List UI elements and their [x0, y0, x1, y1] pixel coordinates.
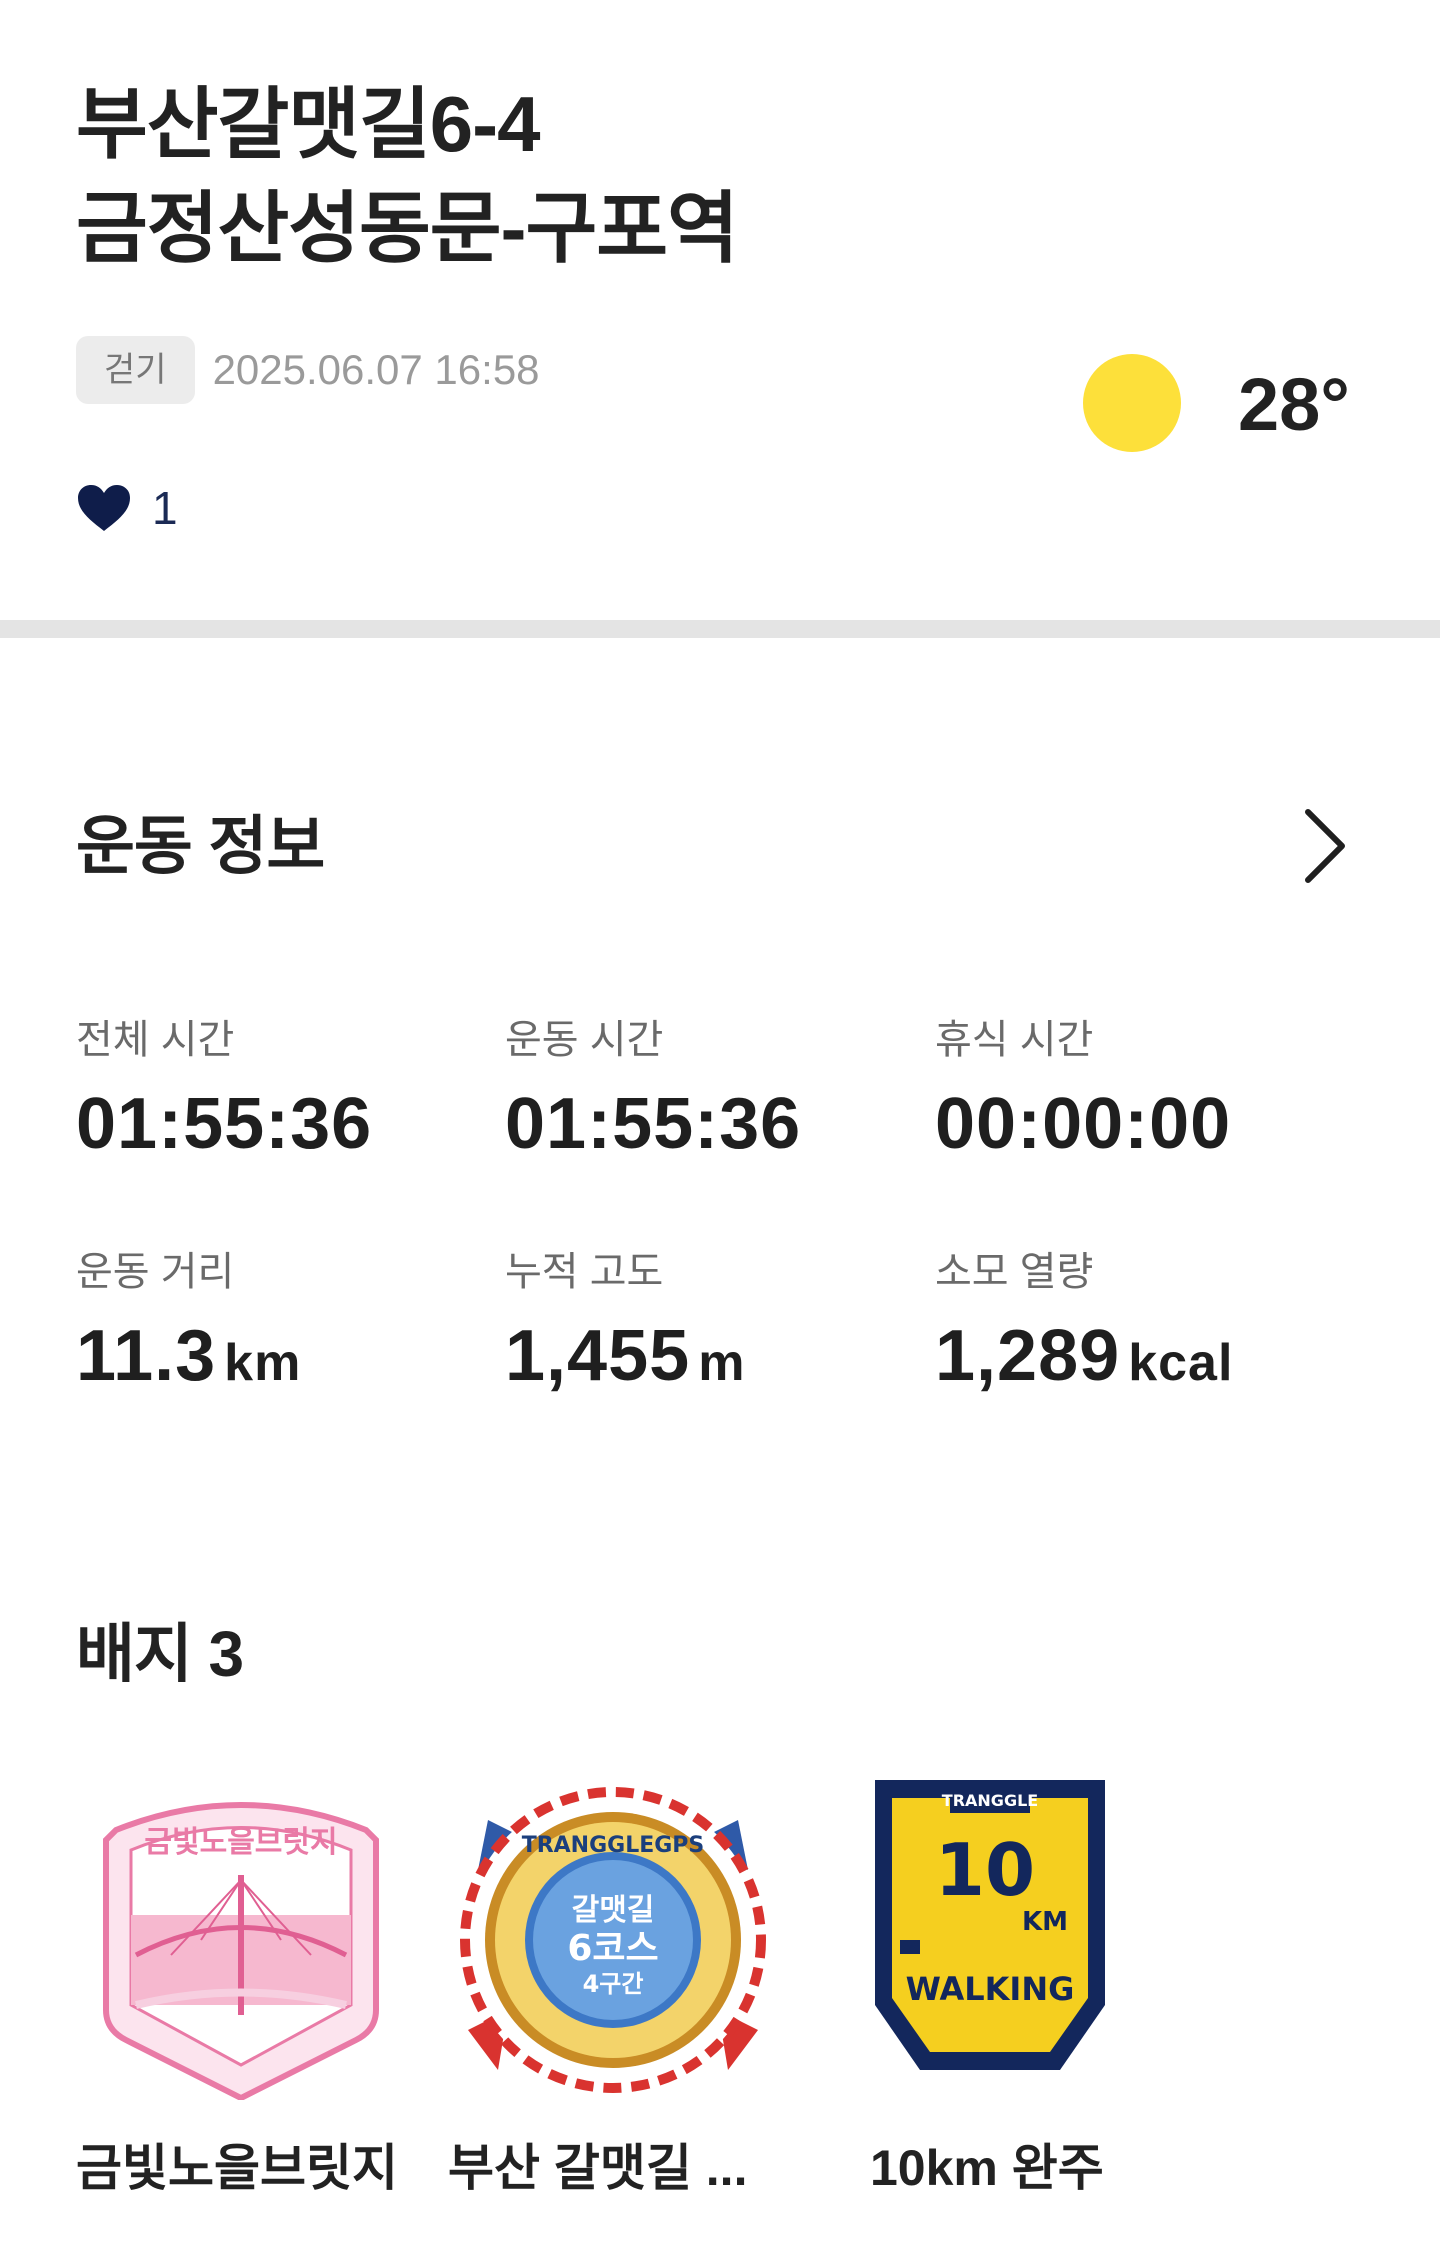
svg-text:6코스: 6코스	[567, 1928, 658, 1969]
activity-type-tag: 걷기	[76, 336, 195, 404]
sun-icon	[1083, 354, 1181, 452]
stat-total-time: 전체 시간 01:55:36	[76, 1015, 476, 1167]
chevron-right-icon[interactable]	[1298, 806, 1350, 886]
bridge-badge-icon: 금빛노을브릿지	[103, 1802, 379, 2100]
stat-unit: kcal	[1128, 1334, 1234, 1392]
stat-label: 누적 고도	[505, 1250, 664, 1294]
stat-label: 운동 거리	[76, 1250, 235, 1294]
stat-rest-time: 휴식 시간 00:00:00	[935, 1015, 1335, 1167]
activity-meta: 걷기 2025.06.07 16:58	[76, 336, 540, 404]
stat-elevation: 누적 고도 1,455 m	[505, 1247, 905, 1406]
badge-name: 10km 완주	[870, 2140, 1104, 2196]
activity-title: 부산갈맷길6-4 금정산성동문-구포역	[76, 72, 739, 280]
like-button[interactable]: 1	[76, 480, 178, 536]
temperature: 28°	[1238, 363, 1350, 446]
svg-text:TRANGGLEGPS: TRANGGLEGPS	[522, 1833, 705, 1858]
walking-10km-badge-icon: TRANGGLE 10 KM WALKING	[875, 1780, 1105, 2070]
svg-text:금빛노을브릿지: 금빛노을브릿지	[144, 1825, 337, 1860]
stat-label: 운동 시간	[505, 1018, 664, 1062]
svg-text:10: 10	[935, 1828, 1035, 1912]
stat-value: 11.3 km	[76, 1316, 302, 1396]
badge-item[interactable]: TRANGGLEGPS 갈맷길 6코스 4구간 부산 갈맷길 ...	[448, 1780, 778, 2198]
svg-text:WALKING: WALKING	[906, 1970, 1075, 2008]
heart-icon	[78, 485, 130, 531]
stat-unit: km	[224, 1334, 302, 1392]
stat-value: 00:00:00	[935, 1084, 1232, 1164]
stat-label: 전체 시간	[76, 1018, 235, 1062]
activity-header: 부산갈맷길6-4 금정산성동문-구포역 걷기 2025.06.07 16:58 …	[0, 0, 1440, 620]
svg-text:갈맷길: 갈맷길	[572, 1893, 655, 1928]
badges-title: 배지 3	[76, 1618, 244, 1690]
stat-value: 01:55:36	[505, 1084, 802, 1164]
badge-item[interactable]: TRANGGLE 10 KM WALKING 10km 완주	[870, 1780, 1200, 2198]
title-line-2: 금정산성동문-구포역	[76, 184, 739, 272]
stat-label: 소모 열량	[935, 1250, 1094, 1294]
stat-distance: 운동 거리 11.3 km	[76, 1247, 476, 1406]
exercise-info-title: 운동 정보	[76, 810, 325, 882]
stat-value: 1,455 m	[505, 1316, 746, 1396]
activity-datetime: 2025.06.07 16:58	[212, 346, 540, 393]
stat-label: 휴식 시간	[935, 1018, 1094, 1062]
svg-text:KM: KM	[1022, 1907, 1068, 1937]
badge-name: 금빛노을브릿지	[76, 2140, 398, 2196]
stat-value: 1,289 kcal	[935, 1316, 1234, 1396]
stat-exercise-time: 운동 시간 01:55:36	[505, 1015, 905, 1167]
title-line-1: 부산갈맷길6-4	[76, 80, 541, 168]
svg-text:TRANGGLE: TRANGGLE	[942, 1791, 1038, 1810]
badge-name: 부산 갈맷길 ...	[448, 2140, 748, 2196]
svg-text:4구간: 4구간	[583, 1970, 644, 1998]
stat-calories: 소모 열량 1,289 kcal	[935, 1247, 1335, 1406]
stat-unit: m	[698, 1334, 746, 1392]
galmaetgil-badge-icon: TRANGGLEGPS 갈맷길 6코스 4구간	[460, 1787, 766, 2093]
like-count: 1	[152, 482, 178, 534]
badge-item[interactable]: 금빛노을브릿지 금빛노을브릿지	[76, 1780, 406, 2198]
stat-value: 01:55:36	[76, 1084, 373, 1164]
section-divider	[0, 620, 1440, 638]
